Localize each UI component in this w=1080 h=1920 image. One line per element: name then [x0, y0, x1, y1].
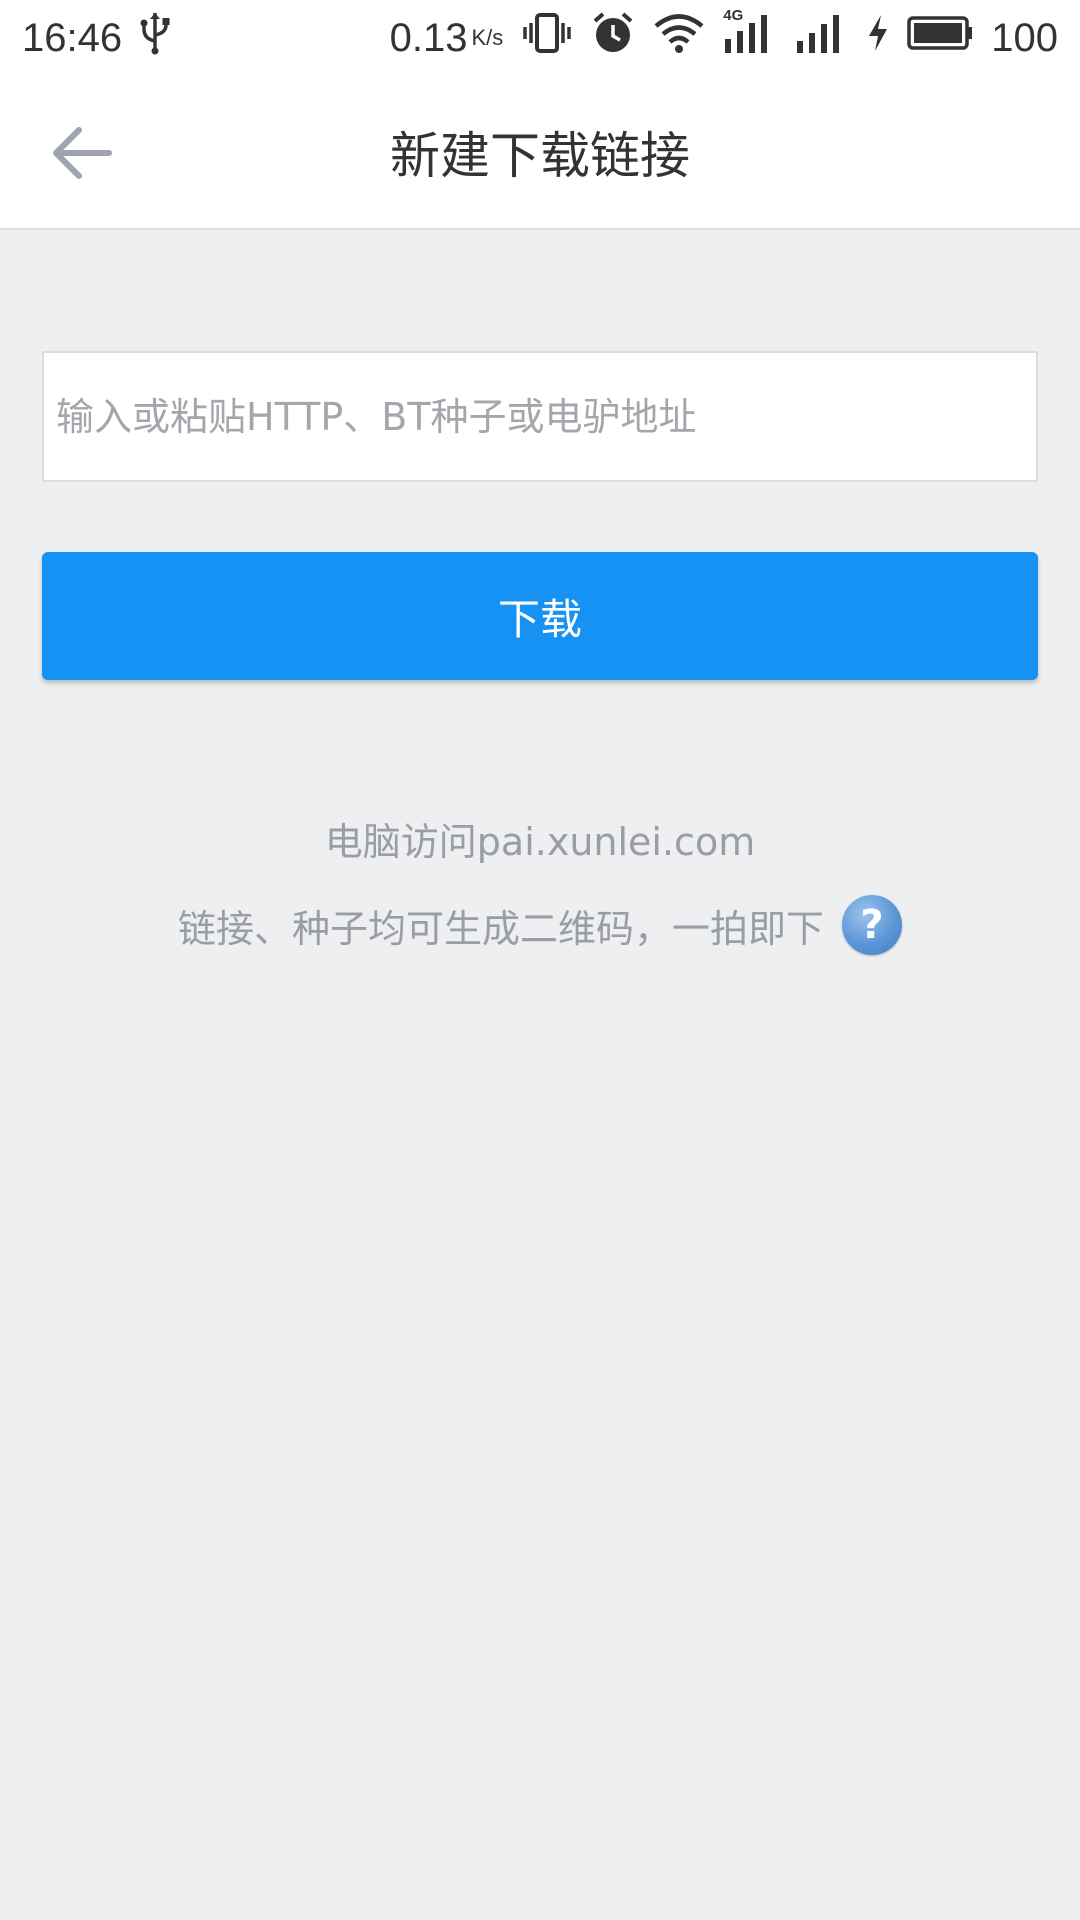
status-time: 16:46: [22, 15, 123, 60]
pc-access-tip-text: 电脑访问pai.xunlei.com: [324, 819, 756, 864]
network-type-label: 4G: [723, 7, 744, 24]
vibrate-icon: [521, 13, 573, 63]
page-title: 新建下载链接: [390, 127, 690, 185]
usb-icon: [140, 11, 170, 65]
battery-level: 100: [991, 15, 1058, 60]
qr-code-tip: 链接、种子均可生成二维码，一拍即下 ?: [0, 892, 1080, 958]
title-bar: 新建下载链接: [0, 76, 1080, 230]
battery-icon: [907, 15, 973, 61]
status-bar-right: 0.13 K/s 4G 100: [389, 7, 1058, 65]
status-bar-left: 16:46: [22, 11, 170, 65]
back-button[interactable]: [42, 116, 122, 190]
alarm-icon: [591, 11, 635, 65]
network-speed-unit: K/s: [471, 25, 504, 50]
help-icon[interactable]: ?: [842, 895, 902, 955]
wifi-icon: [653, 13, 705, 63]
qr-code-tip-text: 链接、种子均可生成二维码，一拍即下: [177, 906, 824, 951]
download-button[interactable]: 下载: [42, 552, 1038, 680]
pc-access-tip: 电脑访问pai.xunlei.com: [0, 808, 1080, 868]
signal-icon: 4G: [723, 7, 777, 65]
arrow-left-icon: [53, 127, 112, 179]
status-bar: 16:46 0.13 K/s 4G 100: [0, 0, 1080, 76]
signal-icon: [795, 11, 849, 65]
network-speed: 0.13: [389, 15, 468, 60]
download-link-input[interactable]: [42, 351, 1038, 482]
charging-icon: [867, 13, 889, 63]
